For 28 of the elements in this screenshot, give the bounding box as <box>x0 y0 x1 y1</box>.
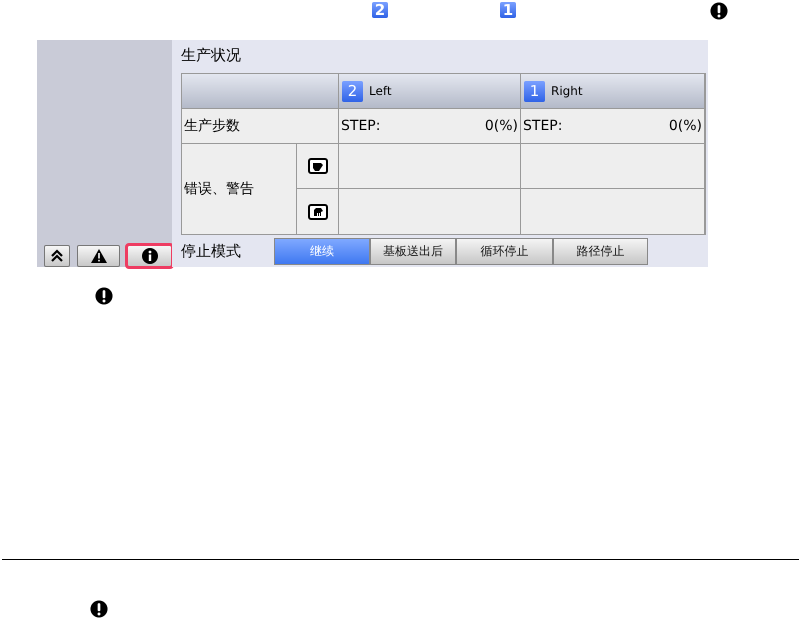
row-label: 生产步数 <box>184 117 240 135</box>
info-icon <box>142 248 158 264</box>
number-badge: 1 <box>500 2 516 18</box>
machine-icon <box>308 158 328 174</box>
mode-button[interactable]: 路径停止 <box>553 238 648 264</box>
exclamation-icon <box>710 2 728 20</box>
number-badge: 1 <box>524 80 545 102</box>
collapse-button[interactable] <box>44 245 70 267</box>
number-badge: 2 <box>342 80 363 102</box>
warning-icon <box>90 249 106 263</box>
exclamation-icon <box>95 287 113 305</box>
double-chevron-up-icon <box>51 249 63 263</box>
column-label: Right <box>551 84 583 98</box>
row-label: 错误、警告 <box>184 180 254 198</box>
step-value: 0(%) <box>668 118 702 134</box>
mode-button[interactable]: 基板送出后 <box>370 238 456 264</box>
step-value: 0(%) <box>484 118 518 134</box>
hand-icon <box>308 204 328 220</box>
panel-title: 生产状况 <box>181 46 241 64</box>
stop-mode-label: 停止模式 <box>181 242 242 260</box>
step-label: STEP: <box>523 118 562 134</box>
mode-button[interactable]: 循环停止 <box>456 238 553 264</box>
info-button[interactable] <box>127 245 172 267</box>
column-label: Left <box>369 84 392 98</box>
step-label: STEP: <box>341 118 380 134</box>
warning-button[interactable] <box>77 245 120 267</box>
exclamation-icon <box>90 600 108 618</box>
number-badge: 2 <box>372 2 388 18</box>
